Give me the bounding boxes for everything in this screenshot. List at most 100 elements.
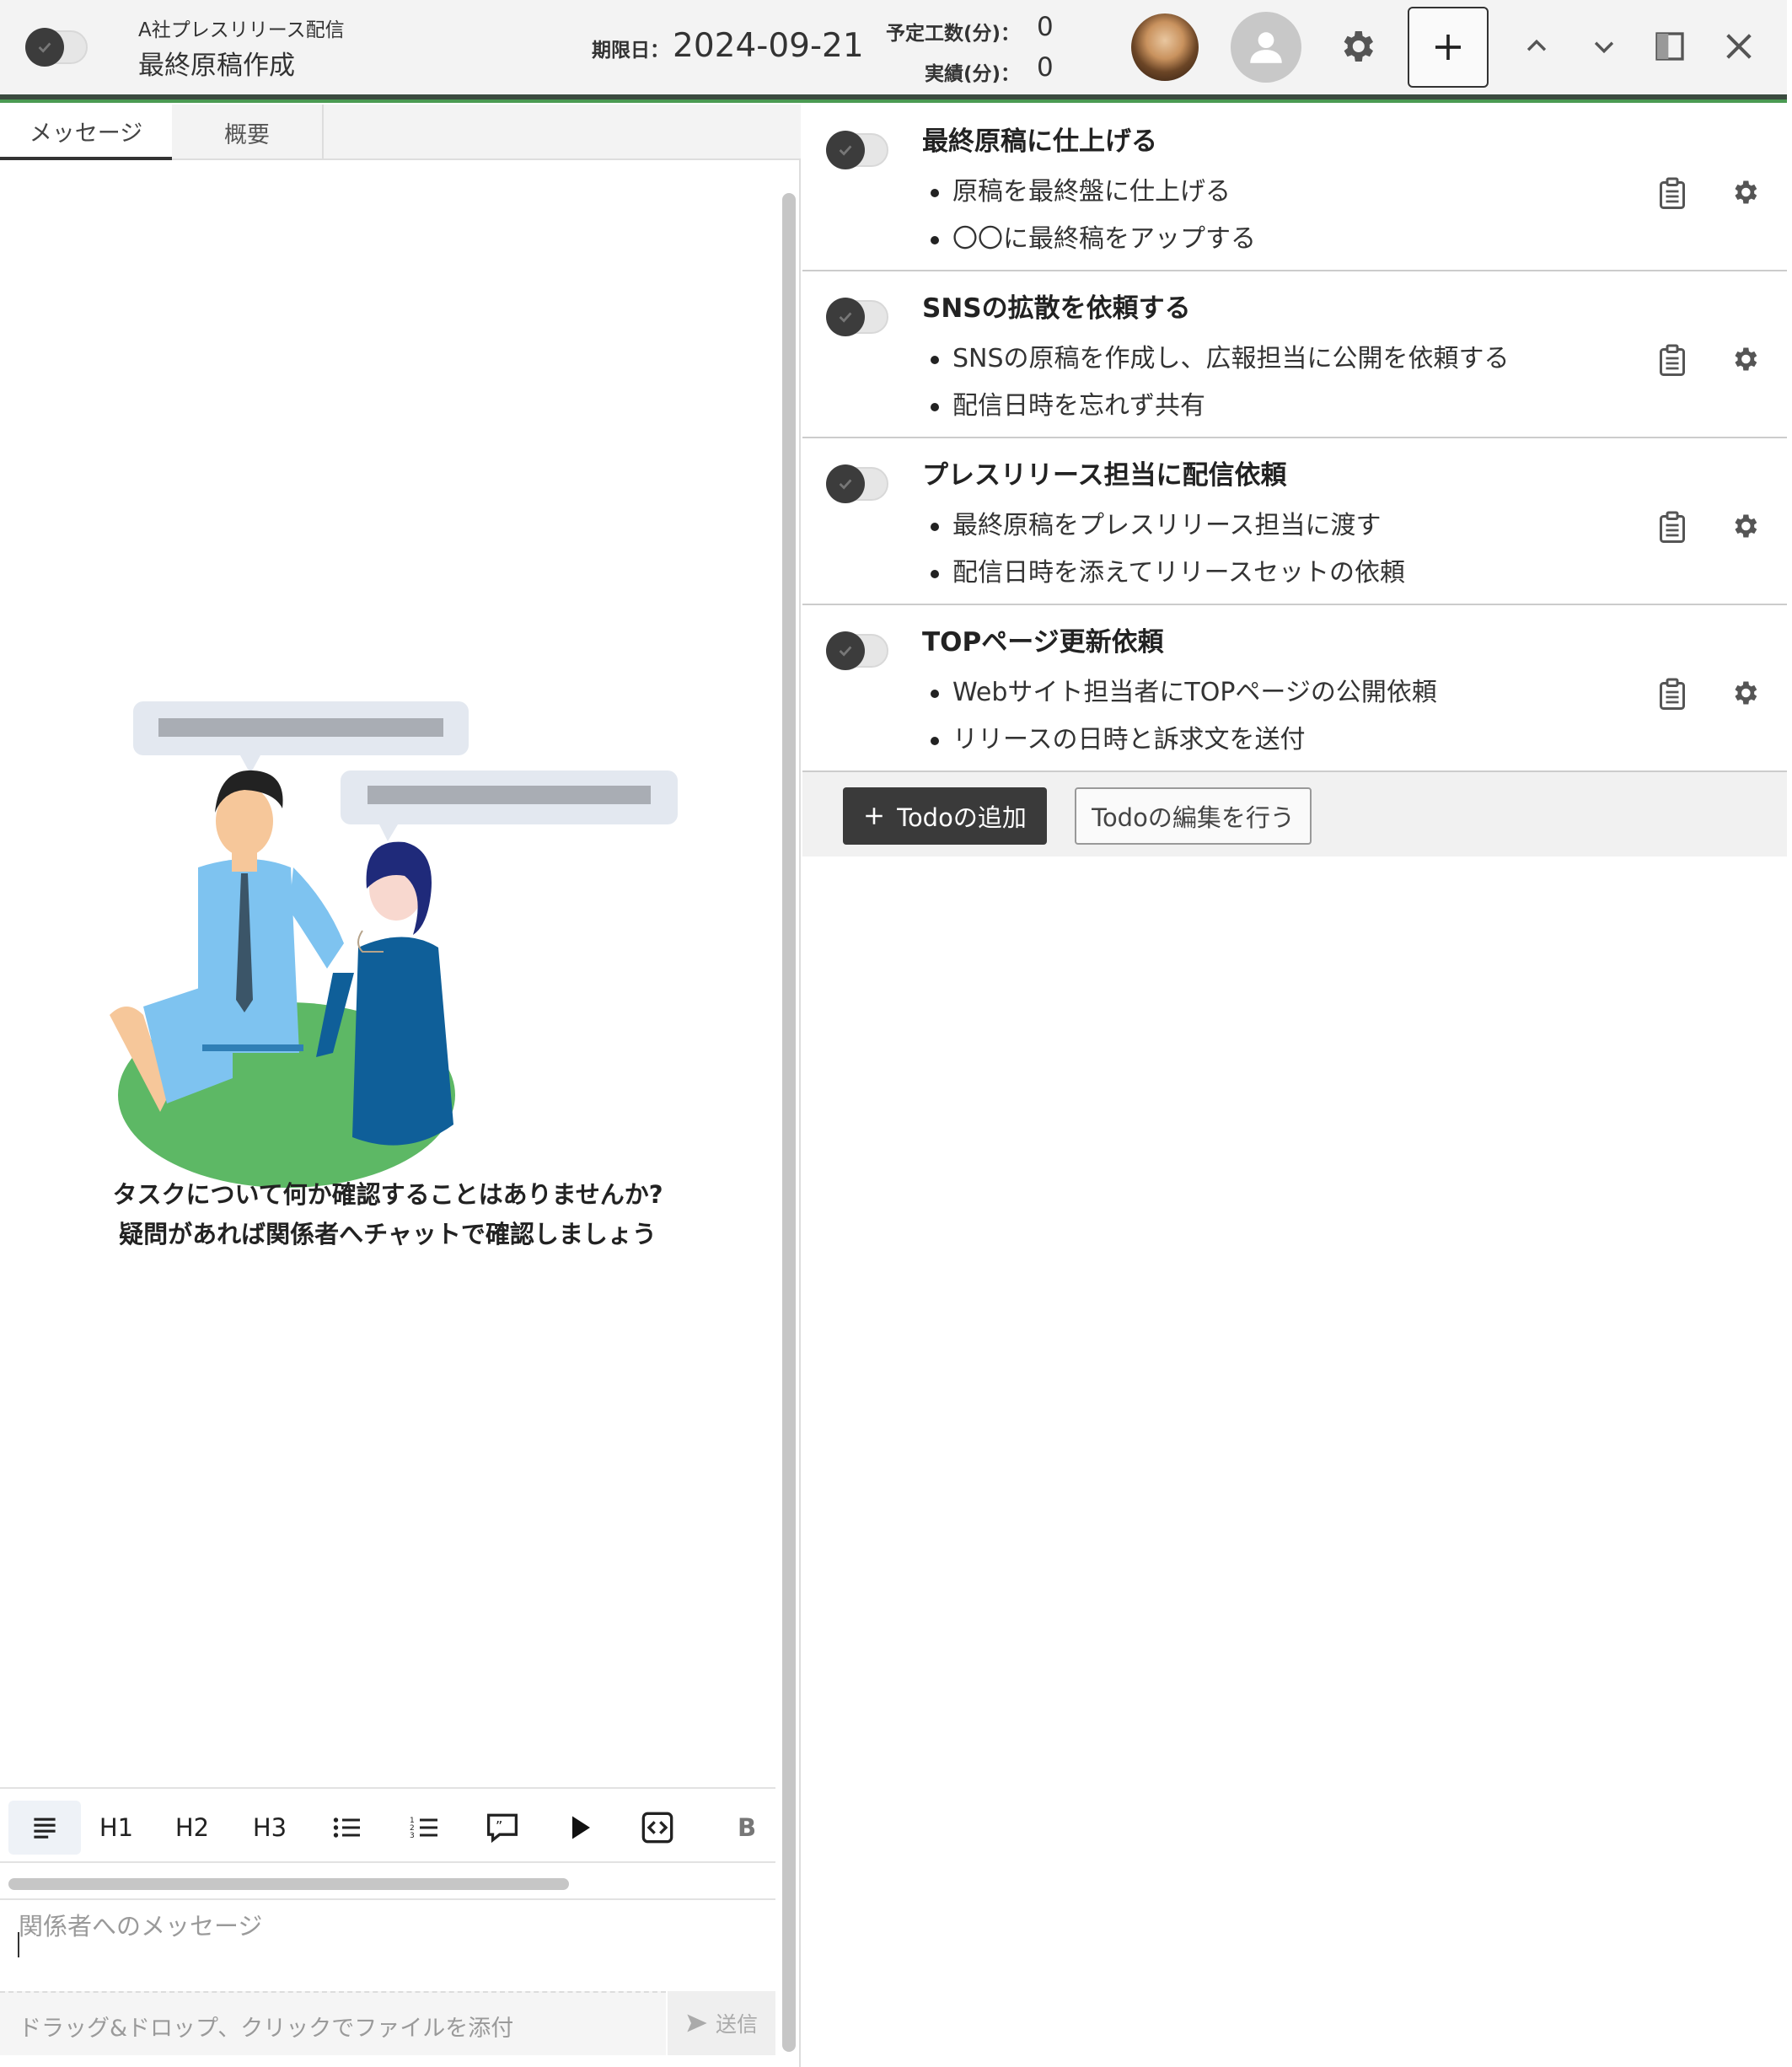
check-icon xyxy=(826,464,865,503)
add-todo-button[interactable]: Todoの追加 xyxy=(843,787,1047,845)
tab-bar: メッセージ 概要 xyxy=(0,105,801,160)
check-icon xyxy=(826,631,865,670)
file-drop-zone[interactable]: ドラッグ&ドロップ、クリックでファイルを添付 xyxy=(0,1991,666,2055)
todo-subitem: リリースの日時と訴求文を送付 xyxy=(931,717,1437,764)
todo-item: プレスリリース担当に配信依頼 最終原稿をプレスリリース担当に渡す 配信日時を添え… xyxy=(802,438,1787,605)
todo-item: TOPページ更新依頼 Webサイト担当者にTOPページの公開依頼 リリースの日時… xyxy=(802,605,1787,772)
todo-complete-toggle[interactable] xyxy=(826,298,888,336)
check-icon xyxy=(826,131,865,169)
text-caret xyxy=(18,1932,19,1957)
todo-subitem: 〇〇に最終稿をアップする xyxy=(931,216,1256,263)
heading2-button[interactable]: H2 xyxy=(167,1801,217,1855)
add-button[interactable] xyxy=(1408,7,1489,88)
todo-title: SNSの拡散を依頼する xyxy=(922,293,1191,324)
numbered-list-button[interactable]: 123 xyxy=(400,1801,450,1855)
task-complete-toggle[interactable] xyxy=(25,28,88,67)
todo-subitem: 配信日時を忘れず共有 xyxy=(931,383,1510,430)
edit-todo-button[interactable]: Todoの編集を行う xyxy=(1075,787,1312,845)
todo-item: 最終原稿に仕上げる 原稿を最終盤に仕上げる 〇〇に最終稿をアップする xyxy=(802,105,1787,271)
next-task-button[interactable] xyxy=(1575,17,1634,76)
empty-chat-message: タスクについて何か確認することはありませんか? 疑問があれば関係者へチャットで確… xyxy=(51,1175,725,1254)
play-icon xyxy=(572,1816,590,1839)
bullet-list-icon xyxy=(333,1817,360,1838)
todo-subitem: 原稿を最終盤に仕上げる xyxy=(931,169,1256,216)
todo-complete-toggle[interactable] xyxy=(826,464,888,503)
vertical-scrollbar[interactable] xyxy=(782,193,796,2052)
settings-button[interactable] xyxy=(1328,17,1387,76)
send-icon xyxy=(687,2014,707,2032)
quote-icon: ” xyxy=(487,1813,518,1843)
empty-chat-line-2: 疑問があれば関係者へチャットで確認しましょう xyxy=(119,1220,657,1248)
close-button[interactable] xyxy=(1709,17,1768,76)
todo-subitem: 配信日時を添えてリリースセットの依頼 xyxy=(931,550,1405,597)
paragraph-icon xyxy=(34,1817,56,1839)
check-icon xyxy=(25,28,64,67)
task-detail-window: A社プレスリリース配信 最終原稿作成 期限日： 2024-09-21 予定工数(… xyxy=(0,0,1792,2067)
gear-icon[interactable] xyxy=(1730,344,1760,374)
code-icon xyxy=(641,1812,673,1844)
due-date-label: 期限日： xyxy=(592,40,669,62)
tab-overview[interactable]: 概要 xyxy=(172,105,324,160)
todo-title: 最終原稿に仕上げる xyxy=(922,126,1157,157)
heading1-button[interactable]: H1 xyxy=(91,1801,142,1855)
todo-title: プレスリリース担当に配信依頼 xyxy=(922,460,1287,491)
send-label: 送信 xyxy=(715,2012,758,2037)
plus-icon xyxy=(1435,35,1461,60)
todo-complete-toggle[interactable] xyxy=(826,631,888,670)
add-todo-label: Todoの追加 xyxy=(897,803,1027,832)
clipboard-icon[interactable] xyxy=(1657,678,1687,711)
todo-subitem: Webサイト担当者にTOPページの公開依頼 xyxy=(931,669,1437,717)
send-button[interactable]: 送信 xyxy=(668,1991,775,2055)
todo-complete-toggle[interactable] xyxy=(826,131,888,169)
close-icon xyxy=(1726,34,1752,59)
heading3-button[interactable]: H3 xyxy=(244,1801,295,1855)
gear-icon xyxy=(1344,31,1373,62)
todo-panel: 最終原稿に仕上げる 原稿を最終盤に仕上げる 〇〇に最終稿をアップする SNSの拡… xyxy=(802,105,1787,2067)
numbered-list-icon: 123 xyxy=(410,1817,437,1840)
project-name[interactable]: A社プレスリリース配信 xyxy=(138,13,345,42)
chevron-down-icon xyxy=(1594,41,1614,54)
chat-illustration xyxy=(110,701,678,1188)
todo-subitem: 最終原稿をプレスリリース担当に渡す xyxy=(931,502,1405,550)
person-icon xyxy=(1250,32,1282,63)
todo-subitem: SNSの原稿を作成し、広報担当に公開を依頼する xyxy=(931,336,1510,383)
gear-icon[interactable] xyxy=(1730,678,1760,708)
clipboard-icon[interactable] xyxy=(1657,177,1687,211)
split-panel-icon xyxy=(1655,32,1684,61)
planned-effort-label: 予定工数(分)： xyxy=(885,23,1020,45)
previous-task-button[interactable] xyxy=(1507,17,1566,76)
clipboard-icon[interactable] xyxy=(1657,344,1687,378)
actual-effort-value[interactable]: 0 xyxy=(1037,52,1054,83)
bold-button[interactable]: B xyxy=(722,1801,772,1855)
svg-text:”: ” xyxy=(496,1817,502,1833)
tab-messages[interactable]: メッセージ xyxy=(0,105,172,160)
due-date-value[interactable]: 2024-09-21 xyxy=(673,27,864,65)
svg-text:3: 3 xyxy=(410,1832,415,1840)
toggle-panel-button[interactable] xyxy=(1640,17,1699,76)
user-placeholder-avatar[interactable] xyxy=(1231,12,1301,83)
message-input[interactable]: 関係者へのメッセージ xyxy=(0,1898,775,1991)
gear-icon[interactable] xyxy=(1730,177,1760,207)
task-title: 最終原稿作成 xyxy=(138,51,295,81)
todo-action-bar: Todoの追加 Todoの編集を行う xyxy=(802,772,1787,856)
planned-effort-value[interactable]: 0 xyxy=(1037,12,1054,42)
gear-icon[interactable] xyxy=(1730,511,1760,541)
assignee-avatar[interactable] xyxy=(1131,13,1199,81)
todo-item: SNSの拡散を依頼する SNSの原稿を作成し、広報担当に公開を依頼する 配信日時… xyxy=(802,271,1787,438)
message-panel: メッセージ 概要 タスクについて何か確認することはありませんか? 疑問があれば関… xyxy=(0,105,801,2067)
check-icon xyxy=(826,298,865,336)
editor-toolbar: H1 H2 H3 123 ” B xyxy=(0,1787,775,1863)
plus-icon xyxy=(866,808,883,824)
quote-button[interactable]: ” xyxy=(477,1801,528,1855)
chevron-up-icon xyxy=(1526,39,1547,51)
clipboard-icon[interactable] xyxy=(1657,511,1687,545)
bullet-list-button[interactable] xyxy=(322,1801,373,1855)
paragraph-button[interactable] xyxy=(8,1801,81,1855)
task-header: A社プレスリリース配信 最終原稿作成 期限日： 2024-09-21 予定工数(… xyxy=(0,0,1787,103)
actual-effort-label: 実績(分)： xyxy=(924,63,1020,85)
todo-title: TOPページ更新依頼 xyxy=(922,627,1164,658)
code-block-button[interactable] xyxy=(632,1801,683,1855)
toolbar-scrollbar[interactable] xyxy=(8,1878,569,1890)
empty-chat-line-1: タスクについて何か確認することはありませんか? xyxy=(112,1180,663,1209)
media-button[interactable] xyxy=(555,1801,605,1855)
